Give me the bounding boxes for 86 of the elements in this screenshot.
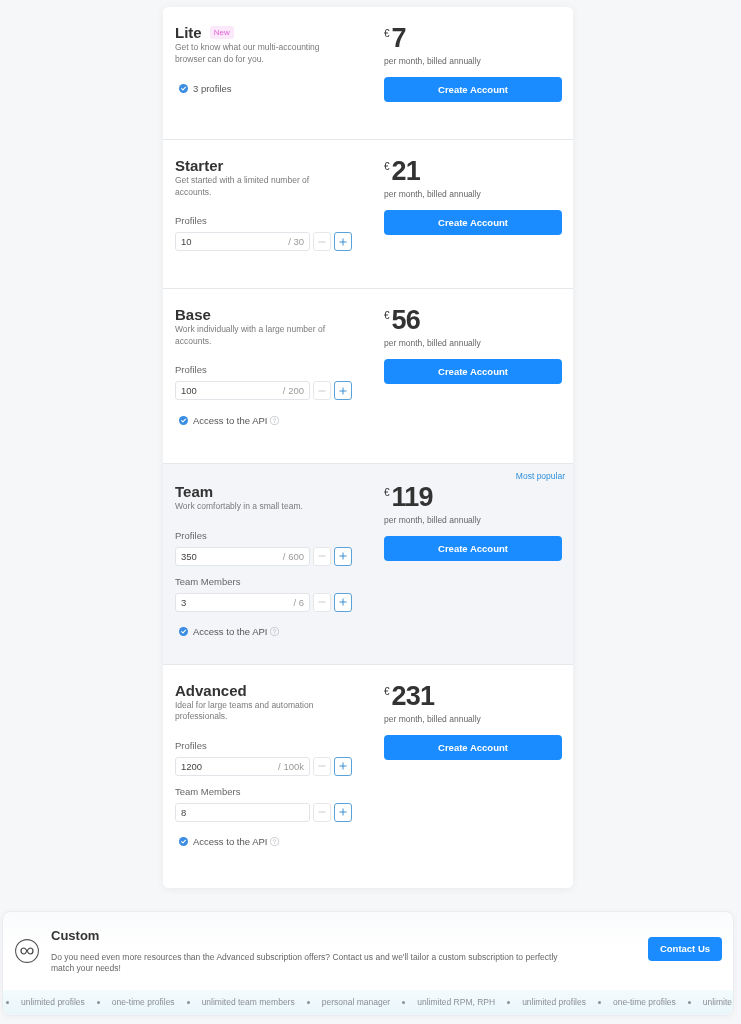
limit-text: / 200 — [282, 385, 304, 396]
billing-period: per month, billed annually — [384, 515, 481, 526]
plus-icon — [339, 598, 347, 606]
quantity-field[interactable]: 8 — [175, 802, 310, 822]
plus-icon — [339, 808, 347, 816]
plan-description: Work individually with a large number of accounts. — [175, 324, 327, 347]
increase-button[interactable] — [334, 546, 352, 566]
custom-description: Do you need even more resources than the Advanced subscription offers? Contact us and we'll tailor a custom subscription to perfectly match your needs! — [51, 951, 559, 974]
price-amount: 56 — [391, 306, 420, 334]
plan-description: Work comfortably in a small team. — [175, 501, 304, 513]
price-amount: 7 — [391, 24, 406, 52]
minus-icon — [318, 552, 326, 560]
billing-period: per month, billed annually — [384, 713, 481, 725]
price-amount: 231 — [391, 681, 435, 710]
minus-icon — [318, 762, 326, 770]
feature-label: 3 profiles — [193, 82, 232, 94]
infinity-icon — [15, 938, 39, 963]
feature-label: Access to the API — [193, 414, 268, 426]
increase-button[interactable] — [334, 381, 352, 400]
currency-symbol: € — [384, 310, 390, 321]
help-icon[interactable] — [270, 415, 280, 425]
plan-title: Lite — [175, 24, 202, 41]
increase-button[interactable] — [334, 802, 352, 822]
counter-label: Profiles — [175, 739, 207, 752]
currency-symbol: € — [384, 28, 390, 39]
bullet-icon — [597, 1000, 601, 1004]
counter-label: Profiles — [175, 215, 207, 227]
billing-period: per month, billed annually — [384, 338, 481, 349]
custom-title: Custom — [51, 927, 101, 944]
bullet-icon — [186, 1000, 190, 1004]
plus-icon — [339, 552, 347, 560]
ticker-item: unlimited profiles — [522, 997, 586, 1007]
bullet-icon — [96, 1000, 100, 1004]
increase-button[interactable] — [334, 756, 352, 776]
counter-label: Team Members — [175, 785, 241, 798]
currency-symbol: € — [384, 685, 390, 697]
help-icon[interactable] — [270, 627, 280, 636]
counter-label: Team Members — [175, 575, 241, 588]
price-amount: 21 — [391, 157, 420, 185]
plan-title: Advanced — [175, 681, 247, 699]
quantity-field[interactable]: 350 / 600 — [175, 546, 310, 566]
quantity-field[interactable]: 100 / 200 — [175, 381, 310, 400]
plan-description: Get started with a limited number of accounts. — [175, 175, 311, 198]
price-amount: 119 — [391, 483, 433, 511]
ticker-item: personal manager — [321, 997, 391, 1007]
counter-label: Profiles — [175, 529, 207, 542]
ticker-item: one-time profiles — [111, 997, 175, 1007]
limit-text: / 30 — [288, 236, 304, 247]
plan-title: Team — [175, 483, 214, 500]
ticker-item: unlimite — [702, 997, 733, 1007]
quantity-field[interactable]: 10 / 30 — [175, 232, 310, 251]
bullet-icon — [306, 1000, 310, 1004]
limit-text: / 600 — [282, 550, 304, 562]
new-badge: New — [209, 26, 234, 39]
quantity-field[interactable]: 3 / 6 — [175, 592, 310, 612]
bullet-icon — [507, 1000, 511, 1004]
counter-label: Profiles — [175, 364, 207, 376]
ticker-item: unlimited team members — [201, 997, 295, 1007]
minus-icon — [318, 598, 326, 606]
increase-button[interactable] — [334, 592, 352, 612]
plan-description: Get to know what our multi-accounting browser can do for you. — [175, 42, 321, 65]
help-icon[interactable] — [270, 837, 280, 846]
billing-period: per month, billed annually — [384, 189, 481, 200]
feature-label: Access to the API — [193, 626, 268, 637]
plan-title: Base — [175, 306, 211, 323]
currency-symbol: € — [384, 487, 390, 498]
plan-description: Ideal for large teams and automation professionals. — [175, 699, 315, 723]
limit-text: / 6 — [293, 596, 304, 608]
currency-symbol: € — [384, 161, 390, 172]
plus-icon — [339, 237, 347, 246]
increase-button[interactable] — [334, 232, 352, 251]
ticker-item: unlimited profiles — [21, 997, 85, 1007]
plan-title: Starter — [175, 157, 224, 174]
ticker-item: one-time profiles — [612, 997, 676, 1007]
minus-icon — [318, 808, 326, 816]
quantity-field[interactable]: 1200 / 100k — [175, 756, 310, 776]
limit-text: / 100k — [278, 760, 304, 772]
bullet-icon — [6, 1000, 9, 1004]
feature-label: Access to the API — [193, 836, 268, 847]
plus-icon — [339, 386, 347, 395]
plus-icon — [339, 762, 347, 770]
ticker-item: unlimited RPM, RPH — [417, 997, 496, 1007]
bullet-icon — [687, 1000, 691, 1004]
billing-period: per month, billed annually — [384, 56, 481, 67]
bullet-icon — [402, 1000, 406, 1004]
popular-tag: Most popular — [515, 471, 565, 481]
